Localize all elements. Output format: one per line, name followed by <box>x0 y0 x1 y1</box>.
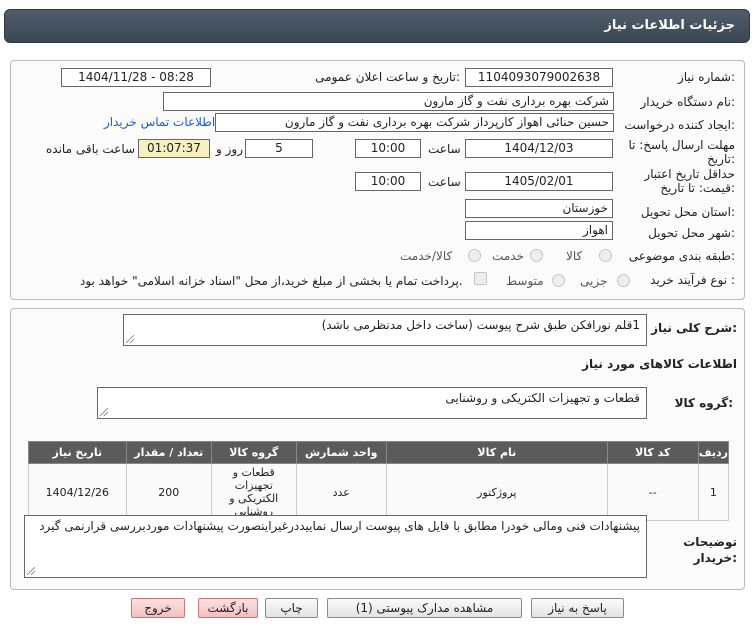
category-goods-service-label: کالا/خدمت <box>400 249 453 263</box>
remaining-days-field: 5 <box>245 139 313 158</box>
deadline-date-field: 1404/12/03 <box>465 139 613 158</box>
table-header-row: ردیف کد کالا نام کالا واحد شمارش گروه کا… <box>28 441 730 464</box>
days-label: روز و <box>216 142 243 156</box>
buyer-notes-text: پیشنهادات فنی ومالی خودرا مطابق با فایل … <box>39 519 640 533</box>
buyer-org-field: شرکت بهره برداری نفت و گاز مارون <box>163 92 614 111</box>
treasury-note: پرداخت تمام یا بخشی از مبلغ خرید،از محل … <box>80 274 463 288</box>
buyer-notes-label: توضیحات خریدار: <box>683 535 737 565</box>
announce-date-label: تاریخ و ساعت اعلان عمومی: <box>315 70 460 84</box>
title-bar-strip: جزئیات اطلاعات نیاز <box>4 9 750 43</box>
validity-time-field: 10:00 <box>355 172 421 191</box>
process-label: نوع فرآیند خرید : <box>650 273 735 287</box>
validity-date-field: 1405/02/01 <box>465 172 613 191</box>
deadline-label: مهلت ارسال پاسخ: تا تاریخ: <box>628 138 735 166</box>
announce-date-field: 1404/11/28 - 08:28 <box>61 68 211 87</box>
exit-button[interactable]: خروج <box>131 598 185 618</box>
category-radio-goods-service[interactable] <box>468 249 481 262</box>
col-unit: واحد شمارش <box>295 441 387 464</box>
resize-grip[interactable] <box>100 408 108 416</box>
description-text: 1قلم نورافکن طبق شرح پیوست (ساخت داخل مد… <box>321 318 640 332</box>
table-row[interactable]: 1 -- پروژکتور عدد قطعات و تجهیزات الکتری… <box>28 463 730 521</box>
category-goods-label: کالا <box>566 249 583 263</box>
city-field: اهواز <box>465 221 613 240</box>
category-service-label: خدمت <box>492 249 524 263</box>
cell-row: 1 <box>697 463 730 521</box>
title-bar: جزئیات اطلاعات نیاز <box>0 0 755 48</box>
page-title: جزئیات اطلاعات نیاز <box>604 18 735 33</box>
need-number-label: شماره نیاز: <box>677 70 735 84</box>
requester-field: حسین حنائی اهواز کارپرداز شرکت بهره بردا… <box>215 113 614 132</box>
need-number-field: 1104093079002638 <box>465 68 613 87</box>
buyer-org-label: نام دستگاه خریدار: <box>640 95 736 109</box>
cell-group: قطعات و تجهیزات الکتریکی و روشنایی <box>210 463 297 521</box>
description-textarea: 1قلم نورافکن طبق شرح پیوست (ساخت داخل مد… <box>123 314 647 346</box>
cell-code: -- <box>606 463 699 521</box>
province-field: خوزستان <box>465 199 613 218</box>
resize-grip[interactable] <box>126 335 134 343</box>
buyer-contact-link[interactable]: اطلاعات تماس خریدار <box>104 115 215 129</box>
category-radio-service[interactable] <box>530 249 543 262</box>
treasury-checkbox[interactable] <box>474 272 487 285</box>
cell-qty: 200 <box>125 463 212 521</box>
cell-name: پروژکتور <box>385 463 608 521</box>
cell-date: 1404/12/26 <box>28 463 127 521</box>
goods-group-text: قطعات و تجهیزات الکتریکی و روشنایی <box>445 391 640 405</box>
buyer-notes-textarea: پیشنهادات فنی ومالی خودرا مطابق با فایل … <box>24 515 647 578</box>
goods-info-heading: اطلاعات کالاهای مورد نیاز <box>582 357 737 371</box>
city-label: شهر محل تحویل: <box>648 226 735 240</box>
goods-group-textarea: قطعات و تجهیزات الکتریکی و روشنایی <box>97 387 647 419</box>
col-group: گروه کالا <box>210 441 297 464</box>
back-button[interactable]: بازگشت <box>198 598 258 618</box>
process-medium-label: متوسط <box>506 274 544 288</box>
cell-unit: عدد <box>295 463 387 521</box>
print-button[interactable]: چاپ <box>265 598 318 618</box>
col-code: کد کالا <box>606 441 699 464</box>
category-radio-goods[interactable] <box>599 249 612 262</box>
validity-label: حداقل تاریخ اعتبار قیمت: تا تاریخ: <box>644 167 735 195</box>
deadline-time-field: 10:00 <box>355 139 421 158</box>
view-attachments-button[interactable]: مشاهده مدارک پیوستی (1) <box>327 598 522 618</box>
category-label: طبقه بندی موضوعی: <box>628 249 735 263</box>
remaining-time-label: ساعت باقی مانده <box>46 142 136 156</box>
remaining-time-counter: 01:07:37 <box>138 139 210 158</box>
process-minor-label: جزیی <box>580 274 608 288</box>
items-table: ردیف کد کالا نام کالا واحد شمارش گروه کا… <box>28 441 730 521</box>
col-name: نام کالا <box>385 441 608 464</box>
description-label: شرح کلی نیاز: <box>651 321 737 335</box>
process-radio-minor[interactable] <box>617 274 630 287</box>
province-label: استان محل تحویل: <box>640 205 735 219</box>
col-qty: تعداد / مقدار <box>125 441 212 464</box>
col-date: تاریخ نیاز <box>28 441 127 464</box>
deadline-time-label: ساعت <box>428 142 461 156</box>
reply-button[interactable]: پاسخ به نیاز <box>531 598 624 618</box>
process-radio-medium[interactable] <box>552 274 565 287</box>
requester-label: ایجاد کننده درخواست: <box>624 118 735 132</box>
goods-group-label: گروه کالا: <box>674 396 733 410</box>
col-row: ردیف <box>697 441 730 464</box>
resize-grip[interactable] <box>27 567 35 575</box>
validity-time-label: ساعت <box>428 175 461 189</box>
